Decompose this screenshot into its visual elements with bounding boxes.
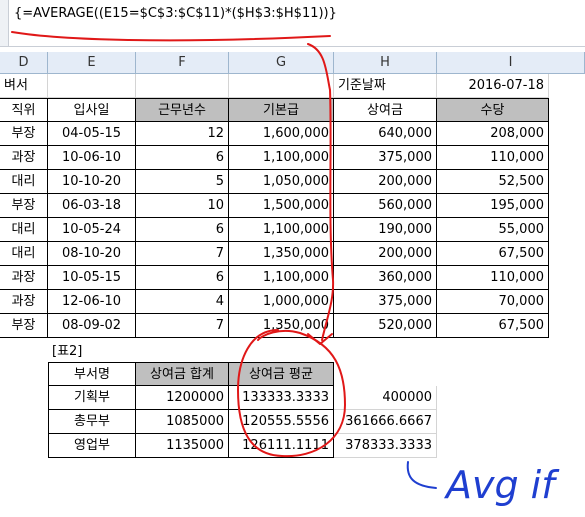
cell-hire-date[interactable]: 10-05-24 — [48, 218, 136, 242]
column-header-h[interactable]: H — [334, 52, 437, 74]
cell-base-pay[interactable]: 1,500,000 — [229, 194, 334, 218]
table2-cell-dept[interactable]: 영업부 — [48, 434, 136, 458]
table2-header-dept[interactable]: 부서명 — [48, 362, 136, 386]
cell-position[interactable]: 과장 — [0, 290, 48, 314]
header-base-pay[interactable]: 기본급 — [229, 98, 334, 122]
cell-years[interactable]: 6 — [136, 146, 229, 170]
table2-cell-bonus-avg[interactable]: 133333.3333 — [229, 386, 334, 410]
formula-bar[interactable]: {=AVERAGE((E15=$C$3:$C$11)*($H$3:$H$11))… — [0, 0, 585, 47]
cell-base-pay[interactable]: 1,350,000 — [229, 314, 334, 338]
cell-bonus[interactable]: 375,000 — [334, 290, 437, 314]
cell-hire-date[interactable]: 04-05-15 — [48, 122, 136, 146]
worksheet-grid[interactable]: 벼서 기준날짜 2016-07-18 직위 입사일 근무년수 기본급 상여금 수… — [0, 74, 585, 517]
cell-allowance[interactable]: 70,000 — [437, 290, 549, 314]
table2-header-bonus-avg[interactable]: 상여금 평균 — [229, 362, 334, 386]
cell-bonus[interactable]: 560,000 — [334, 194, 437, 218]
cell-allowance[interactable]: 55,000 — [437, 218, 549, 242]
cell-hire-date[interactable]: 10-06-10 — [48, 146, 136, 170]
cell-bonus[interactable]: 375,000 — [334, 146, 437, 170]
table2-cell-extra-avg[interactable]: 361666.6667 — [334, 410, 437, 434]
cell-empty[interactable] — [229, 74, 334, 98]
table2-cell-extra-avg[interactable]: 378333.3333 — [334, 434, 437, 458]
cell-years[interactable]: 4 — [136, 290, 229, 314]
cell-years[interactable]: 6 — [136, 266, 229, 290]
cell-position[interactable]: 대리 — [0, 242, 48, 266]
table2-header-bonus-sum[interactable]: 상여금 합계 — [136, 362, 229, 386]
header-bonus[interactable]: 상여금 — [334, 98, 437, 122]
cell-allowance[interactable]: 110,000 — [437, 146, 549, 170]
cell-position[interactable]: 부장 — [0, 122, 48, 146]
cell-empty[interactable] — [136, 74, 229, 98]
cell-years[interactable]: 6 — [136, 218, 229, 242]
cell-allowance[interactable]: 208,000 — [437, 122, 549, 146]
cell-hire-date[interactable]: 08-09-02 — [48, 314, 136, 338]
cell-years[interactable]: 7 — [136, 314, 229, 338]
cell-years[interactable]: 7 — [136, 242, 229, 266]
cell-bonus[interactable]: 520,000 — [334, 314, 437, 338]
cell-hire-date[interactable]: 08-10-20 — [48, 242, 136, 266]
cell-bonus[interactable]: 200,000 — [334, 242, 437, 266]
cell-position[interactable]: 대리 — [0, 218, 48, 242]
table2-cell-bonus-avg[interactable]: 126111.1111 — [229, 434, 334, 458]
cell-base-date-value[interactable]: 2016-07-18 — [437, 74, 549, 98]
cell-base-pay[interactable]: 1,350,000 — [229, 242, 334, 266]
cell-empty[interactable] — [48, 74, 136, 98]
cell-allowance[interactable]: 52,500 — [437, 170, 549, 194]
header-position[interactable]: 직위 — [0, 98, 48, 122]
cell-base-pay[interactable]: 1,100,000 — [229, 266, 334, 290]
column-header-f[interactable]: F — [136, 52, 229, 74]
cell-years[interactable]: 12 — [136, 122, 229, 146]
column-header-d[interactable]: D — [0, 52, 48, 74]
cell-allowance[interactable]: 67,500 — [437, 242, 549, 266]
cell-position[interactable]: 부장 — [0, 314, 48, 338]
cell-hire-date[interactable]: 10-05-15 — [48, 266, 136, 290]
cell-years[interactable]: 10 — [136, 194, 229, 218]
table2-cell-extra-avg[interactable]: 400000 — [334, 386, 437, 410]
column-header-g[interactable]: G — [229, 52, 334, 74]
cell-base-pay[interactable]: 1,600,000 — [229, 122, 334, 146]
table2-cell-bonus-sum[interactable]: 1200000 — [136, 386, 229, 410]
column-header-e[interactable]: E — [48, 52, 136, 74]
cell-position[interactable]: 대리 — [0, 170, 48, 194]
cell-hire-date[interactable]: 12-06-10 — [48, 290, 136, 314]
table2-cell-bonus-sum[interactable]: 1085000 — [136, 410, 229, 434]
formula-text[interactable]: {=AVERAGE((E15=$C$3:$C$11)*($H$3:$H$11))… — [14, 6, 337, 21]
cell-allowance[interactable]: 67,500 — [437, 314, 549, 338]
table2-label[interactable]: [표2] — [48, 340, 136, 364]
cell-bonus[interactable]: 360,000 — [334, 266, 437, 290]
cell-position[interactable]: 과장 — [0, 266, 48, 290]
cell-title-d[interactable]: 벼서 — [0, 74, 48, 98]
cell-allowance[interactable]: 110,000 — [437, 266, 549, 290]
cell-years[interactable]: 5 — [136, 170, 229, 194]
header-years[interactable]: 근무년수 — [136, 98, 229, 122]
cell-base-date-label[interactable]: 기준날짜 — [334, 74, 437, 98]
header-allowance[interactable]: 수당 — [437, 98, 549, 122]
cell-bonus[interactable]: 200,000 — [334, 170, 437, 194]
cell-position[interactable]: 부장 — [0, 194, 48, 218]
cell-base-pay[interactable]: 1,100,000 — [229, 146, 334, 170]
column-header-i[interactable]: I — [437, 52, 585, 74]
table2-cell-dept[interactable]: 총무부 — [48, 410, 136, 434]
cell-bonus[interactable]: 640,000 — [334, 122, 437, 146]
table2-cell-bonus-sum[interactable]: 1135000 — [136, 434, 229, 458]
cell-hire-date[interactable]: 10-10-20 — [48, 170, 136, 194]
cell-base-pay[interactable]: 1,000,000 — [229, 290, 334, 314]
cell-position[interactable]: 과장 — [0, 146, 48, 170]
cell-bonus[interactable]: 190,000 — [334, 218, 437, 242]
cell-allowance[interactable]: 195,000 — [437, 194, 549, 218]
formula-bar-edge — [0, 0, 9, 46]
table2-cell-bonus-avg[interactable]: 120555.5556 — [229, 410, 334, 434]
header-hire-date[interactable]: 입사일 — [48, 98, 136, 122]
cell-hire-date[interactable]: 06-03-18 — [48, 194, 136, 218]
table2-cell-dept[interactable]: 기획부 — [48, 386, 136, 410]
cell-base-pay[interactable]: 1,100,000 — [229, 218, 334, 242]
cell-base-pay[interactable]: 1,050,000 — [229, 170, 334, 194]
